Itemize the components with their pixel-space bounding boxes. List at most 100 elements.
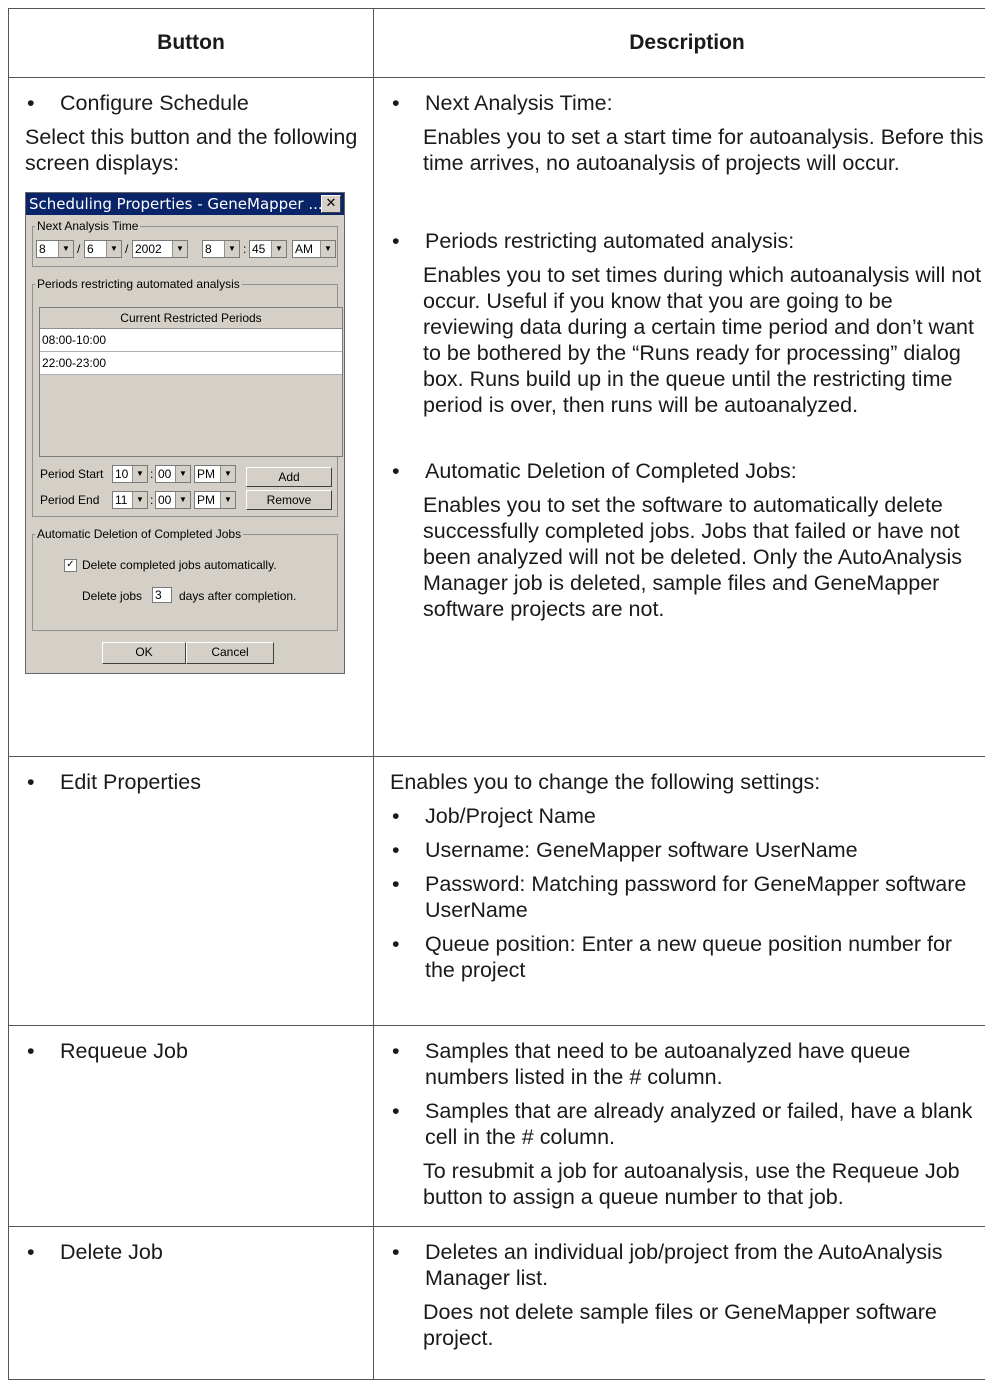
item-text: Enables you to set a start time for auto… [423, 124, 985, 176]
select-value: PM [197, 467, 215, 481]
button-name: Delete Job [60, 1239, 359, 1265]
button-cell: •Delete Job [9, 1227, 374, 1380]
hour-select[interactable]: 8▼ [202, 240, 240, 258]
list-item: Password: Matching password for GeneMapp… [425, 871, 985, 923]
select-value: 10 [115, 467, 128, 481]
deletion-group: Automatic Deletion of Completed Jobs [32, 527, 338, 631]
bullet: • [390, 458, 425, 484]
period-end-label: Period End [40, 493, 99, 507]
bullet: • [25, 90, 60, 116]
document-page: Button Description •Configure Schedule S… [8, 8, 985, 1380]
table-row: •Delete Job •Deletes an individual job/p… [9, 1227, 985, 1380]
time-separator: : [243, 242, 246, 256]
bullet: • [390, 837, 425, 863]
day-select[interactable]: 6▼ [84, 240, 122, 258]
list-item[interactable]: 08:00-10:00 [40, 329, 342, 352]
table-row: •Requeue Job •Samples that need to be au… [9, 1026, 985, 1227]
list-item: Samples that are already analyzed or fai… [425, 1098, 985, 1150]
start-ampm-select[interactable]: PM ▼ [194, 465, 236, 483]
date-separator: / [125, 242, 128, 256]
cancel-button[interactable]: Cancel [186, 642, 274, 664]
minute-select[interactable]: 45 ▼ [249, 240, 287, 258]
select-value: 2002 [135, 242, 162, 256]
select-value: 8 [39, 242, 46, 256]
dialog-title: Scheduling Properties - GeneMapper ... [29, 195, 323, 213]
button-name: Requeue Job [60, 1038, 359, 1064]
header-description: Description [374, 9, 985, 78]
end-ampm-select[interactable]: PM▼ [194, 491, 236, 509]
list-item: Username: GeneMapper software UserName [425, 837, 985, 863]
bullet: • [390, 871, 425, 897]
scheduling-dialog: Scheduling Properties - GeneMapper ... ✕… [25, 192, 345, 674]
select-value: 8 [205, 242, 212, 256]
list-item: Deletes an individual job/project from t… [425, 1239, 985, 1291]
list-item: Job/Project Name [425, 803, 985, 829]
item-intro: Enables you to change the following sett… [390, 769, 985, 795]
add-button[interactable]: Add [246, 467, 332, 487]
checkbox-label: Delete completed jobs automatically. [82, 558, 277, 572]
select-value: 6 [87, 242, 94, 256]
group-legend: Next Analysis Time [35, 219, 140, 233]
select-value: 11 [115, 493, 127, 507]
delete-jobs-label: Delete jobs [82, 589, 142, 603]
time-separator: : [150, 467, 153, 481]
days-input[interactable]: 3 [152, 587, 172, 603]
chevron-down-icon: ▼ [320, 241, 335, 257]
close-icon[interactable]: ✕ [321, 195, 341, 213]
button-cell: •Requeue Job [9, 1026, 374, 1227]
bullet: • [390, 1239, 425, 1265]
ok-button[interactable]: OK [102, 642, 186, 664]
end-minute-select[interactable]: 00 ▼ [155, 491, 191, 509]
days-suffix-label: days after completion. [179, 589, 296, 603]
select-value: 00 [158, 467, 171, 481]
header-button: Button [9, 9, 374, 78]
button-name: Configure Schedule [60, 90, 359, 116]
header-row: Button Description [9, 9, 985, 78]
date-separator: / [77, 242, 80, 256]
remove-button[interactable]: Remove [246, 490, 332, 510]
chevron-down-icon: ▼ [106, 241, 121, 257]
item-text: Enables you to set the software to autom… [423, 492, 985, 622]
year-select[interactable]: 2002 ▼ [132, 240, 188, 258]
item-title: Periods restricting automated analysis: [425, 228, 985, 254]
month-select[interactable]: 8▼ [36, 240, 74, 258]
item-title: Next Analysis Time: [425, 90, 985, 116]
dialog-title-bar: Scheduling Properties - GeneMapper ... ✕ [26, 193, 344, 215]
start-hour-select[interactable]: 10 ▼ [112, 465, 148, 483]
item-note: Does not delete sample files or GeneMapp… [423, 1299, 985, 1351]
ampm-select[interactable]: AM▼ [292, 240, 336, 258]
delete-automatically-checkbox[interactable]: ✓ [64, 559, 77, 572]
restricted-periods-list[interactable]: Current Restricted Periods 08:00-10:00 2… [39, 307, 343, 457]
bullet: • [25, 769, 60, 795]
chevron-down-icon: ▼ [175, 492, 190, 508]
time-separator: : [150, 493, 153, 507]
bullet: • [390, 90, 425, 116]
chevron-down-icon: ▼ [172, 241, 187, 257]
table-row: •Configure Schedule Select this button a… [9, 78, 985, 757]
bullet: • [25, 1239, 60, 1265]
bullet: • [390, 1098, 425, 1124]
start-minute-select[interactable]: 00▼ [155, 465, 191, 483]
chevron-down-icon: ▼ [132, 466, 147, 482]
button-name: Edit Properties [60, 769, 359, 795]
bullet: • [25, 1038, 60, 1064]
chevron-down-icon: ▼ [271, 241, 286, 257]
chevron-down-icon: ▼ [220, 466, 235, 482]
item-note: To resubmit a job for autoanalysis, use … [423, 1158, 985, 1210]
button-note: Select this button and the following scr… [25, 124, 359, 176]
end-hour-select[interactable]: 11▼ [112, 491, 148, 509]
select-value: 00 [158, 493, 171, 507]
item-title: Automatic Deletion of Completed Jobs: [425, 458, 985, 484]
group-legend: Automatic Deletion of Completed Jobs [35, 527, 243, 541]
select-value: PM [197, 493, 215, 507]
chevron-down-icon: ▼ [58, 241, 73, 257]
description-cell: Enables you to change the following sett… [374, 757, 985, 1026]
group-legend: Periods restricting automated analysis [35, 277, 242, 291]
description-cell: •Deletes an individual job/project from … [374, 1227, 985, 1380]
description-cell: •Samples that need to be autoanalyzed ha… [374, 1026, 985, 1227]
item-text: Enables you to set times during which au… [423, 262, 985, 418]
select-value: 45 [252, 242, 265, 256]
list-item[interactable]: 22:00-23:00 [40, 352, 342, 375]
button-cell: •Configure Schedule Select this button a… [9, 78, 374, 757]
period-start-label: Period Start [40, 467, 103, 481]
